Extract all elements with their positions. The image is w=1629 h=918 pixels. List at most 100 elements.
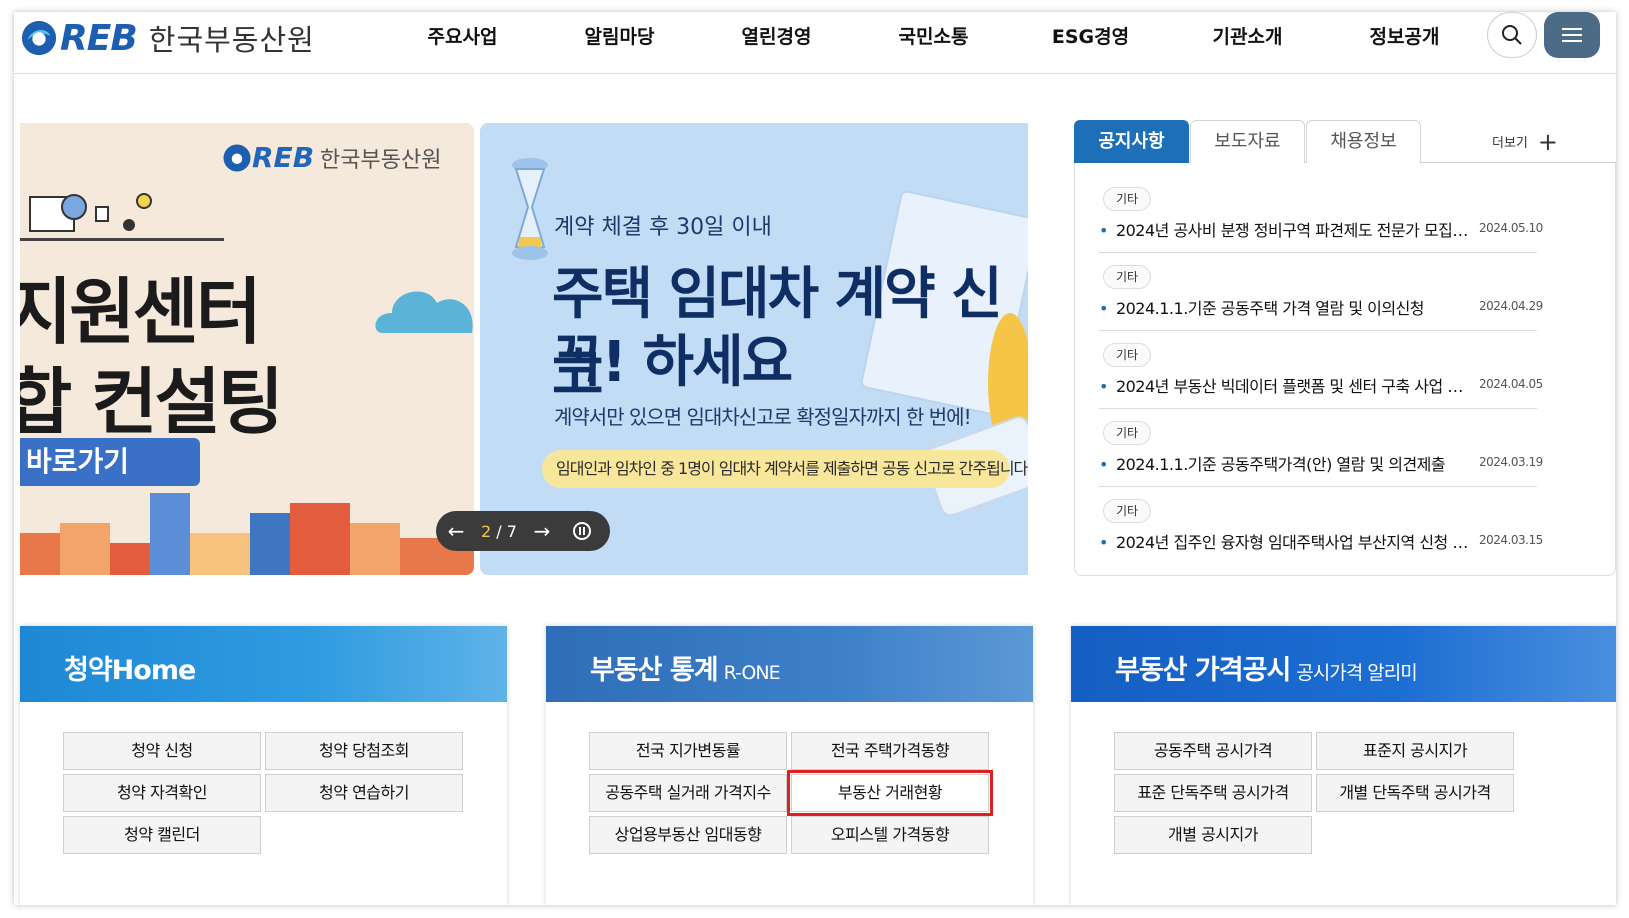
link-housing-price-trend[interactable]: 전국 주택가격동향 <box>791 732 989 770</box>
hamburger-icon <box>1562 28 1582 42</box>
notice-date: 2024.04.29 <box>1479 299 1543 313</box>
nav-item-notice[interactable]: 알림마당 <box>541 22 698 49</box>
link-apartment-official-price[interactable]: 공동주택 공시가격 <box>1114 732 1312 770</box>
link-subscription-practice[interactable]: 청약 연습하기 <box>265 774 463 812</box>
nav-item-management[interactable]: 열린경영 <box>698 22 855 49</box>
nav-item-communication[interactable]: 국민소통 <box>855 22 1012 49</box>
main-nav: 주요사업 알림마당 열린경영 국민소통 ESG경영 기관소개 정보공개 <box>384 12 1483 58</box>
card-statistics: 부동산 통계 R-ONE 전국 지가변동률 전국 주택가격동향 공동주택 실거래 … <box>546 626 1033 905</box>
tab-press[interactable]: 보도자료 <box>1190 120 1305 163</box>
link-standard-house-price[interactable]: 표준 단독주택 공시가격 <box>1114 774 1312 812</box>
notice-date: 2024.03.19 <box>1479 455 1543 469</box>
banner-logo-en: REB <box>252 141 315 174</box>
card-header[interactable]: 청약Home <box>20 626 507 702</box>
notice-title[interactable]: 2024년 공사비 분쟁 정비구역 파견제도 전문가 모집(재공고) <box>1099 217 1469 241</box>
notice-board: 공지사항 보도자료 채용정보 더보기 + 기타 2024년 공사비 분쟁 정비구… <box>1074 120 1616 576</box>
logo-text-ko: 한국부동산원 <box>148 23 315 57</box>
notice-title[interactable]: 2024.1.1.기준 공동주택가격(안) 열람 및 의견제출 <box>1099 451 1469 475</box>
card-title: 청약Home <box>64 655 196 686</box>
slider-current-index: 2 <box>481 521 492 541</box>
category-badge: 기타 <box>1103 187 1151 211</box>
notice-date: 2024.03.15 <box>1479 533 1543 547</box>
slider-next-button[interactable]: → <box>522 519 562 543</box>
category-badge: 기타 <box>1103 499 1151 523</box>
link-subscription-calendar[interactable]: 청약 캘린더 <box>63 816 261 854</box>
banner-logo: REB 한국부동산원 <box>222 141 441 174</box>
logo-text-en: REB <box>60 17 138 59</box>
main-banner-slider: REB 한국부동산원 지원센터 합 컨설팅 바로가기 계약 체결 후 30일 이… <box>20 123 1028 575</box>
slider-controls: ← 2 / 7 → <box>436 511 610 551</box>
link-standard-land-price[interactable]: 표준지 공시지가 <box>1316 732 1514 770</box>
link-apartment-transaction-index[interactable]: 공동주택 실거래 가격지수 <box>589 774 787 812</box>
link-individual-land-price[interactable]: 개별 공시지가 <box>1114 816 1312 854</box>
list-item[interactable]: 기타 2024년 집주인 융자형 임대주택사업 부산지역 신청 안내 2024.… <box>1099 487 1543 565</box>
card-title: 부동산 가격공시 공시가격 알리미 <box>1115 655 1418 686</box>
logo-mark-icon <box>21 20 57 56</box>
list-item[interactable]: 기타 2024.1.1.기준 공동주택가격(안) 열람 및 의견제출 2024.… <box>1099 409 1543 487</box>
search-button[interactable] <box>1487 12 1537 58</box>
category-badge: 기타 <box>1103 343 1151 367</box>
banner-logo-ko: 한국부동산원 <box>320 147 442 173</box>
card-header[interactable]: 부동산 가격공시 공시가격 알리미 <box>1071 626 1616 702</box>
divider-line <box>20 238 224 241</box>
more-label: 더보기 <box>1492 136 1528 151</box>
banner-subtitle: 계약서만 있으면 임대차신고로 확정일자까지 한 번에! <box>554 405 972 429</box>
card-subtitle: 공시가격 알리미 <box>1296 662 1417 684</box>
notice-title[interactable]: 2024년 부동산 빅데이터 플랫폼 및 센터 구축 사업 공고 <box>1099 373 1469 397</box>
tab-recruit[interactable]: 채용정보 <box>1306 120 1421 163</box>
list-item[interactable]: 기타 2024년 부동산 빅데이터 플랫폼 및 센터 구축 사업 공고 2024… <box>1099 331 1543 409</box>
card-title: 부동산 통계 R-ONE <box>590 655 781 686</box>
banner-slide-current[interactable]: 계약 체결 후 30일 이내 주택 임대차 계약 신고 꼭! 하세요 계약서만 … <box>480 123 1028 575</box>
link-individual-house-price[interactable]: 개별 단독주택 공시가격 <box>1316 774 1514 812</box>
site-logo[interactable]: REB 한국부동산원 <box>20 16 315 60</box>
card-header[interactable]: 부동산 통계 R-ONE <box>546 626 1033 702</box>
banner-heading-2: 합 컨설팅 <box>20 360 284 444</box>
link-commercial-rent-trend[interactable]: 상업용부동산 임대동향 <box>589 816 787 854</box>
slider-pause-button[interactable] <box>562 521 602 541</box>
banner-goto-button[interactable]: 바로가기 <box>20 438 200 486</box>
link-subscription-apply[interactable]: 청약 신청 <box>63 732 261 770</box>
nav-item-disclosure[interactable]: 정보공개 <box>1326 22 1483 49</box>
plus-icon: + <box>1537 127 1558 156</box>
banner-slide-prev[interactable]: REB 한국부동산원 지원센터 합 컨설팅 바로가기 <box>20 123 474 575</box>
site-header: REB 한국부동산원 주요사업 알림마당 열린경영 국민소통 ESG경영 기관소… <box>14 12 1616 74</box>
link-officetel-price-trend[interactable]: 오피스텔 가격동향 <box>791 816 989 854</box>
card-subtitle: R-ONE <box>723 662 781 684</box>
nav-item-business[interactable]: 주요사업 <box>384 22 541 49</box>
list-item[interactable]: 기타 2024.1.1.기준 공동주택 가격 열람 및 이의신청 2024.04… <box>1099 253 1543 331</box>
link-subscription-eligibility[interactable]: 청약 자격확인 <box>63 774 261 812</box>
category-badge: 기타 <box>1103 265 1151 289</box>
link-real-estate-transactions[interactable]: 부동산 거래현황 <box>787 770 993 816</box>
notice-date: 2024.04.05 <box>1479 377 1543 391</box>
page-frame: REB 한국부동산원 주요사업 알림마당 열린경영 국민소통 ESG경영 기관소… <box>14 12 1616 905</box>
banner-note-pill: 임대인과 임차인 중 1명이 임대차 계약서를 제출하면 공동 신고로 간주됩니… <box>542 450 1028 488</box>
cloud-illustration <box>375 291 473 333</box>
card-subscription: 청약Home 청약 신청 청약 당첨조회 청약 자격확인 청약 연습하기 청약 … <box>20 626 507 905</box>
city-illustration <box>20 493 474 575</box>
menu-button[interactable] <box>1544 12 1600 58</box>
notice-list: 기타 2024년 공사비 분쟁 정비구역 파견제도 전문가 모집(재공고) 20… <box>1074 163 1616 576</box>
banner-title-2: 꼭! 하세요 <box>552 330 793 395</box>
search-icon <box>1502 25 1522 45</box>
slider-separator: / <box>491 521 507 541</box>
banner-kicker: 계약 체결 후 30일 이내 <box>554 215 772 240</box>
logo-mark-icon <box>223 144 251 171</box>
more-link[interactable]: 더보기 + <box>1492 127 1558 156</box>
notice-title[interactable]: 2024년 집주인 융자형 임대주택사업 부산지역 신청 안내 <box>1099 529 1469 553</box>
slider-prev-button[interactable]: ← <box>436 519 476 543</box>
slider-counter: 2 / 7 <box>476 522 522 541</box>
nav-item-esg[interactable]: ESG경영 <box>1012 22 1169 49</box>
pause-icon <box>573 522 591 540</box>
list-item[interactable]: 기타 2024년 공사비 분쟁 정비구역 파견제도 전문가 모집(재공고) 20… <box>1099 175 1543 253</box>
notice-title[interactable]: 2024.1.1.기준 공동주택 가격 열람 및 이의신청 <box>1099 295 1469 319</box>
link-subscription-result[interactable]: 청약 당첨조회 <box>265 732 463 770</box>
tab-notices[interactable]: 공지사항 <box>1074 120 1189 163</box>
hourglass-illustration <box>512 158 548 260</box>
notice-date: 2024.05.10 <box>1479 221 1543 235</box>
consulting-illustration <box>29 193 152 232</box>
link-land-price-change[interactable]: 전국 지가변동률 <box>589 732 787 770</box>
slider-total: 7 <box>506 521 517 541</box>
category-badge: 기타 <box>1103 421 1151 445</box>
nav-item-about[interactable]: 기관소개 <box>1169 22 1326 49</box>
card-price-disclosure: 부동산 가격공시 공시가격 알리미 공동주택 공시가격 표준지 공시지가 표준 단… <box>1071 626 1616 905</box>
